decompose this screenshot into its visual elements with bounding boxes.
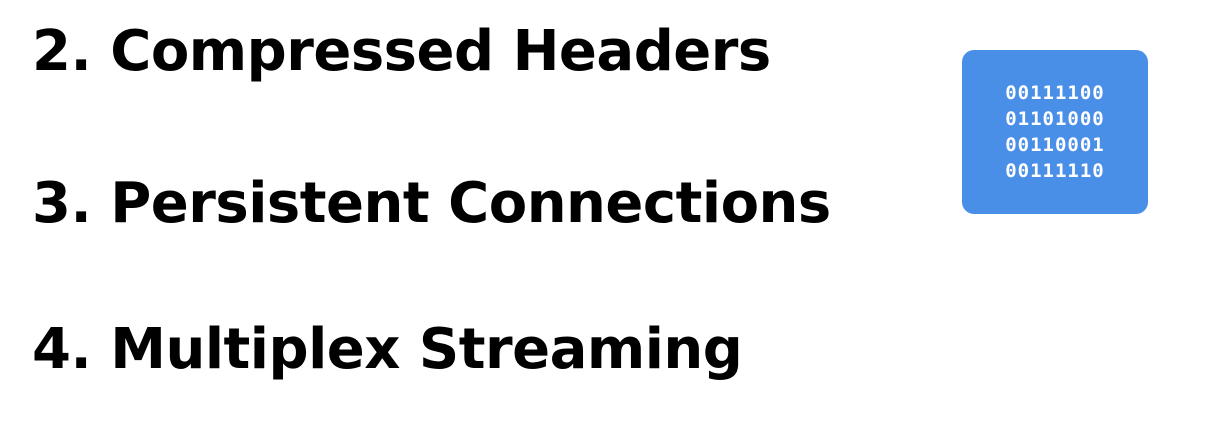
list-item-compressed-headers: 2. Compressed Headers [32,19,771,84]
binary-line: 00110001 [1005,133,1105,156]
binary-line: 00111110 [1005,159,1105,182]
list-item-persistent-connections: 3. Persistent Connections [32,171,831,236]
binary-line: 01101000 [1005,107,1105,130]
binary-line: 00111100 [1005,81,1105,104]
list-item-multiplex-streaming: 4. Multiplex Streaming [32,317,743,382]
binary-data-card: 00111100 01101000 00110001 00111110 [962,50,1148,214]
